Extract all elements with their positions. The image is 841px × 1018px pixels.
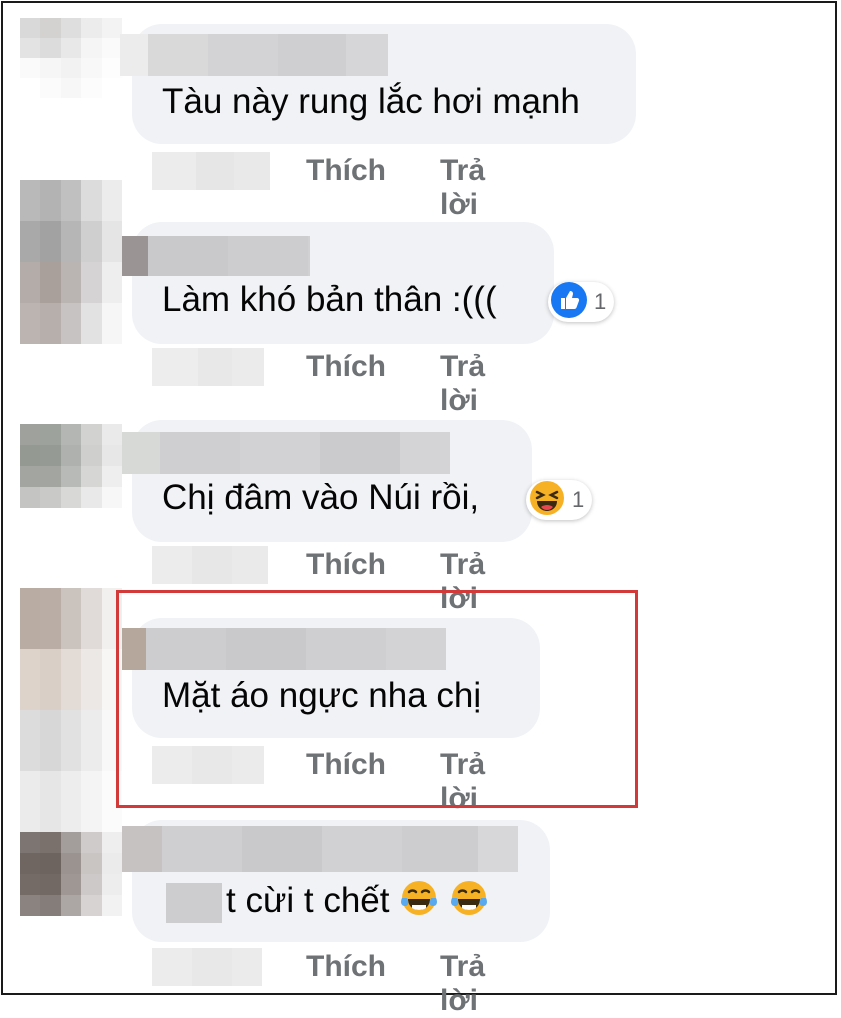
comment-text: t cừi t chết (166, 878, 489, 927)
reply-link[interactable]: Trả lời (440, 154, 485, 222)
avatar[interactable] (20, 588, 122, 832)
comment-bubble: Làm khó bản thân :((( (122, 222, 554, 344)
reaction-count: 1 (572, 487, 585, 512)
reaction-badge[interactable]: 1 (548, 281, 615, 324)
laughing-emoji-icon (528, 479, 566, 522)
reaction-count: 1 (594, 289, 607, 314)
blurred-mention (166, 882, 222, 923)
avatar[interactable] (20, 180, 122, 344)
blurred-commenter-name (120, 34, 388, 76)
blurred-timestamp (152, 948, 262, 986)
blurred-timestamp (152, 348, 264, 386)
tears-of-joy-emoji-icon (449, 878, 489, 927)
blurred-commenter-name (122, 826, 518, 872)
comment-bubble: Tàu này rung lắc hơi mạnh (120, 24, 636, 144)
comment-bubble: t cừi t chết (122, 820, 550, 942)
comment-text-body: t cừi t chết (226, 880, 390, 920)
comment-text: Làm khó bản thân :((( (162, 280, 497, 319)
reaction-badge[interactable]: 1 (526, 479, 593, 522)
avatar[interactable] (20, 18, 122, 98)
blurred-commenter-name (122, 432, 450, 474)
blurred-commenter-name (122, 236, 310, 276)
reply-link[interactable]: Trả lời (440, 350, 485, 418)
reply-link[interactable]: Trả lời (440, 950, 485, 1018)
avatar[interactable] (20, 424, 122, 508)
like-link[interactable]: Thích (306, 154, 386, 188)
like-icon (550, 281, 588, 324)
avatar[interactable] (20, 832, 122, 916)
comment-bubble: Chị đâm vào Núi rồi, (122, 420, 532, 542)
highlight-box (116, 590, 638, 808)
tears-of-joy-emoji-icon (399, 878, 439, 927)
blurred-timestamp (152, 546, 268, 584)
like-link[interactable]: Thích (306, 950, 386, 984)
comment-text: Tàu này rung lắc hơi mạnh (162, 82, 580, 121)
blurred-timestamp (152, 152, 270, 190)
like-link[interactable]: Thích (306, 350, 386, 384)
like-link[interactable]: Thích (306, 548, 386, 582)
comment-text: Chị đâm vào Núi rồi, (162, 478, 480, 517)
